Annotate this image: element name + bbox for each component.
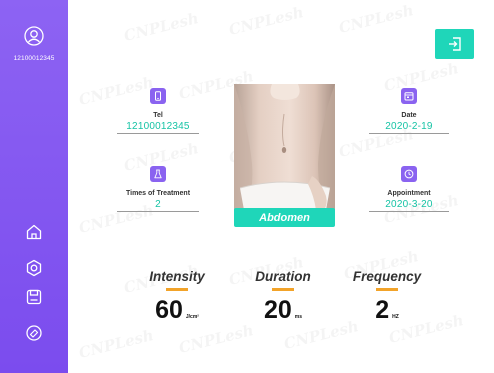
- hexagon-settings-icon[interactable]: [25, 259, 43, 277]
- abdomen-button[interactable]: Abdomen: [234, 208, 335, 227]
- frequency-bar: [376, 288, 398, 291]
- intensity-unit: J/cm²: [185, 314, 199, 320]
- frequency-unit: HZ: [392, 314, 399, 320]
- intensity-value: 60: [155, 296, 183, 324]
- tel-field: Tel 12100012345: [117, 88, 199, 134]
- appointment-label: Appointment: [387, 190, 431, 197]
- date-field: Date 2020-2-19: [369, 88, 449, 134]
- user-circle-icon[interactable]: [24, 26, 44, 46]
- duration-bar: [272, 288, 294, 291]
- sidebar: 12100012345: [0, 0, 68, 373]
- times-value: 2: [155, 199, 161, 210]
- phone-icon: [150, 88, 166, 104]
- date-underline: [369, 133, 449, 134]
- times-field: Times of Treatment 2: [117, 166, 199, 212]
- frequency-title: Frequency: [352, 269, 422, 284]
- frequency-value: 2: [375, 296, 390, 324]
- duration-param: Duration 20 ms: [238, 269, 328, 325]
- calendar-icon: [401, 88, 417, 104]
- intensity-title: Intensity: [149, 269, 205, 284]
- duration-value: 20: [263, 296, 292, 324]
- flask-icon: [150, 166, 166, 182]
- abdomen-photo: [234, 84, 335, 210]
- clock-icon: [401, 166, 417, 182]
- tel-value: 12100012345: [126, 121, 190, 132]
- exit-icon: [449, 37, 461, 51]
- duration-title: Duration: [255, 269, 311, 284]
- exit-button[interactable]: [435, 29, 474, 59]
- appointment-underline: [369, 211, 449, 212]
- date-label: Date: [401, 112, 417, 119]
- eraser-icon[interactable]: [25, 324, 43, 342]
- intensity-bar: [166, 288, 188, 291]
- appointment-field: Appointment 2020-3-20: [369, 166, 449, 212]
- frequency-param: Frequency 2 HZ: [342, 269, 432, 325]
- intensity-param: Intensity 60 J/cm²: [132, 269, 222, 325]
- home-icon[interactable]: [25, 223, 43, 241]
- date-value: 2020-2-19: [385, 121, 433, 132]
- tel-label: Tel: [153, 112, 163, 119]
- times-label: Times of Treatment: [125, 190, 191, 197]
- user-id: 12100012345: [13, 55, 55, 62]
- tel-underline: [117, 133, 199, 134]
- appointment-value: 2020-3-20: [385, 199, 433, 210]
- duration-unit: ms: [294, 314, 303, 320]
- save-icon[interactable]: [25, 288, 43, 306]
- times-underline: [117, 211, 199, 212]
